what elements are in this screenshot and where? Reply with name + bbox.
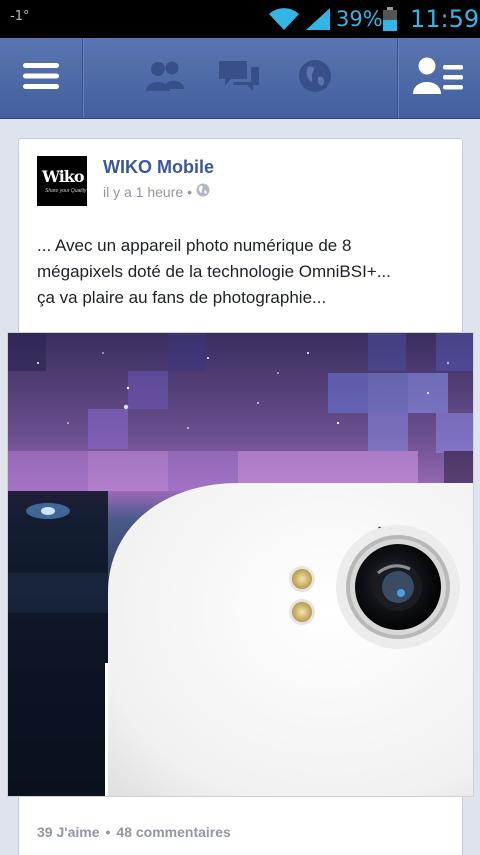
post-meta: il y a 1 heure • bbox=[103, 183, 210, 200]
news-feed-post: Wiko Share your Quality WIKO Mobile il y… bbox=[7, 138, 474, 855]
battery-icon bbox=[383, 7, 397, 36]
wiko-logo-tagline: Share your Quality bbox=[45, 188, 87, 194]
clock: 11:59 bbox=[410, 5, 480, 33]
post-photo[interactable] bbox=[7, 332, 474, 797]
likes-count[interactable]: 39 J'aime bbox=[37, 824, 100, 840]
friend-requests-icon bbox=[413, 56, 465, 101]
friends-button[interactable] bbox=[140, 38, 190, 118]
wifi-icon bbox=[268, 6, 300, 37]
friends-icon bbox=[144, 59, 186, 98]
menu-button[interactable] bbox=[0, 38, 82, 118]
notifications-button[interactable] bbox=[290, 38, 340, 118]
status-bar: -1° 39% 11:59 bbox=[0, 0, 480, 38]
post-text-line: ... Avec un appareil photo numérique de … bbox=[37, 236, 352, 255]
friend-requests-button[interactable] bbox=[398, 38, 480, 118]
status-indicator: -1° bbox=[10, 9, 30, 24]
post-text: ... Avec un appareil photo numérique de … bbox=[37, 233, 447, 311]
page-avatar[interactable]: Wiko Share your Quality bbox=[37, 156, 87, 206]
post-stats: 39 J'aime • 48 commentaires bbox=[37, 824, 231, 840]
top-nav-bar bbox=[0, 38, 480, 119]
hamburger-menu-icon bbox=[23, 62, 59, 95]
battery-percent: 39% bbox=[336, 7, 383, 31]
stats-separator: • bbox=[105, 824, 111, 840]
globe-icon bbox=[196, 183, 210, 200]
post-text-line: mégapixels doté de la technologie OmniBS… bbox=[37, 262, 391, 281]
messages-icon bbox=[219, 59, 259, 98]
post-text-line: ça va plaire au fans de photographie... bbox=[37, 288, 327, 307]
cell-signal-icon bbox=[304, 6, 332, 37]
globe-icon bbox=[298, 59, 332, 98]
comments-count[interactable]: 48 commentaires bbox=[116, 824, 230, 840]
page-name[interactable]: WIKO Mobile bbox=[103, 157, 214, 178]
post-timestamp[interactable]: il y a 1 heure bbox=[103, 184, 183, 200]
wiko-logo: Wiko bbox=[42, 167, 85, 186]
messages-button[interactable] bbox=[214, 38, 264, 118]
meta-separator: • bbox=[187, 183, 193, 200]
